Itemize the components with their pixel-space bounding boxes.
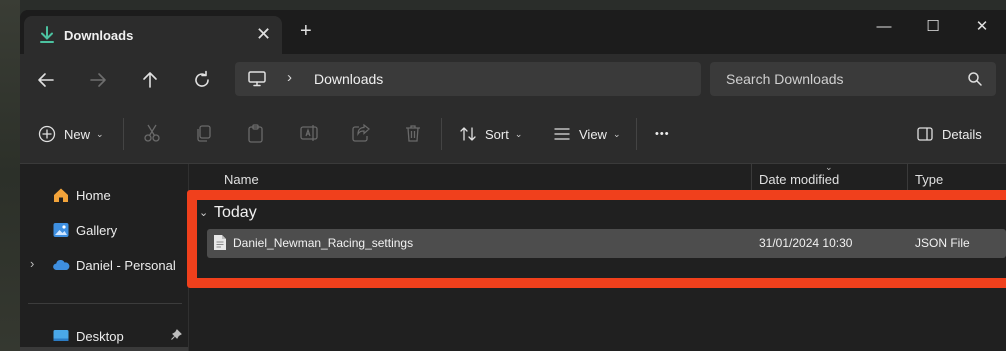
group-collapse-icon[interactable]: ⌄ (199, 206, 208, 219)
chevron-down-icon: ⌄ (514, 128, 523, 139)
sort-icon (460, 127, 476, 141)
sort-label: Sort (485, 126, 509, 142)
gallery-icon (53, 223, 69, 237)
breadcrumb-separator-icon[interactable]: › (287, 69, 292, 86)
search-input[interactable]: Search Downloads (726, 71, 844, 87)
home-icon (54, 188, 68, 202)
column-header-type[interactable]: Type (915, 172, 943, 187)
share-icon[interactable] (350, 122, 372, 144)
file-list: Name ⌄ Date modified Type ⌄ Today Daniel… (189, 162, 1006, 351)
navigation-pane: Home Gallery › Daniel - Personal Desktop (20, 164, 188, 351)
column-header-date-modified[interactable]: Date modified (759, 172, 839, 187)
up-arrow-icon[interactable] (138, 68, 162, 92)
sidebar-item-label: Daniel - Personal (76, 258, 176, 273)
address-bar[interactable]: › Downloads (235, 62, 701, 96)
details-pane-icon (917, 127, 933, 141)
plus-circle-icon (38, 125, 56, 143)
refresh-icon[interactable] (190, 68, 214, 92)
file-icon (214, 235, 226, 250)
group-header-today[interactable]: Today (214, 204, 257, 222)
delete-icon[interactable] (402, 122, 424, 144)
minimize-button[interactable]: — (864, 14, 904, 40)
file-type: JSON File (915, 236, 970, 250)
view-button[interactable]: View ⌄ (553, 122, 621, 146)
back-arrow-icon[interactable] (34, 68, 58, 92)
forward-arrow-icon[interactable] (86, 68, 110, 92)
view-label: View (579, 126, 607, 142)
chevron-down-icon: ⌄ (612, 128, 621, 139)
search-box[interactable]: Search Downloads (710, 62, 996, 96)
column-header-name[interactable]: Name (224, 172, 259, 187)
rename-icon[interactable] (298, 122, 320, 144)
paste-icon[interactable] (245, 122, 267, 144)
expand-chevron-icon[interactable]: › (30, 256, 34, 271)
more-options-button[interactable]: ••• (655, 122, 670, 146)
download-icon (40, 26, 54, 43)
tab-downloads[interactable]: Downloads ✕ (24, 16, 282, 54)
file-name[interactable]: Daniel_Newman_Racing_settings (233, 236, 413, 250)
cut-icon[interactable] (141, 122, 163, 144)
sidebar-item-home[interactable]: Home (20, 180, 188, 210)
close-window-button[interactable]: ✕ (962, 14, 1002, 40)
divider (123, 118, 124, 150)
sort-button[interactable]: Sort ⌄ (459, 122, 522, 146)
sidebar-scroll-edge (20, 347, 188, 351)
file-date-modified: 31/01/2024 10:30 (759, 236, 853, 250)
details-label: Details (942, 126, 982, 142)
new-button[interactable]: New ⌄ (38, 122, 104, 146)
file-row[interactable]: Daniel_Newman_Racing_settings 31/01/2024… (207, 229, 1006, 258)
sidebar-item-label: Gallery (76, 223, 118, 238)
breadcrumb-downloads[interactable]: Downloads (314, 71, 383, 87)
copy-icon[interactable] (193, 122, 215, 144)
sidebar-item-label: Desktop (76, 329, 124, 344)
pin-icon[interactable] (170, 329, 182, 341)
new-label: New (64, 126, 91, 142)
sidebar-item-gallery[interactable]: Gallery (20, 215, 188, 245)
column-divider[interactable] (751, 164, 752, 192)
tab-close-icon[interactable]: ✕ (256, 24, 271, 45)
desktop-background (0, 0, 20, 351)
sidebar-item-onedrive[interactable]: › Daniel - Personal (20, 250, 188, 280)
column-divider[interactable] (907, 164, 908, 192)
maximize-button[interactable]: ☐ (913, 14, 953, 40)
sidebar-divider (28, 303, 182, 304)
view-icon (554, 128, 570, 140)
divider (441, 118, 442, 150)
onedrive-cloud-icon (53, 259, 70, 271)
tab-title: Downloads (64, 28, 134, 43)
this-pc-icon[interactable] (247, 70, 267, 88)
divider (636, 118, 637, 150)
search-icon[interactable] (967, 71, 983, 87)
navigation-bar: › Downloads Search Downloads (20, 54, 1006, 106)
sidebar-item-label: Home (76, 188, 111, 203)
tab-strip: Downloads ✕ + — ☐ ✕ (20, 10, 1006, 54)
command-bar: New ⌄ Sort ⌄ View ⌄ ••• Details (20, 106, 1006, 164)
more-icon: ••• (655, 128, 670, 140)
new-tab-button[interactable]: + (300, 21, 320, 43)
details-button[interactable]: Details (916, 122, 982, 146)
chevron-down-icon: ⌄ (96, 128, 104, 139)
file-explorer-window: Downloads ✕ + — ☐ ✕ › Downloads Search D… (20, 10, 1006, 351)
desktop-icon (53, 330, 69, 341)
